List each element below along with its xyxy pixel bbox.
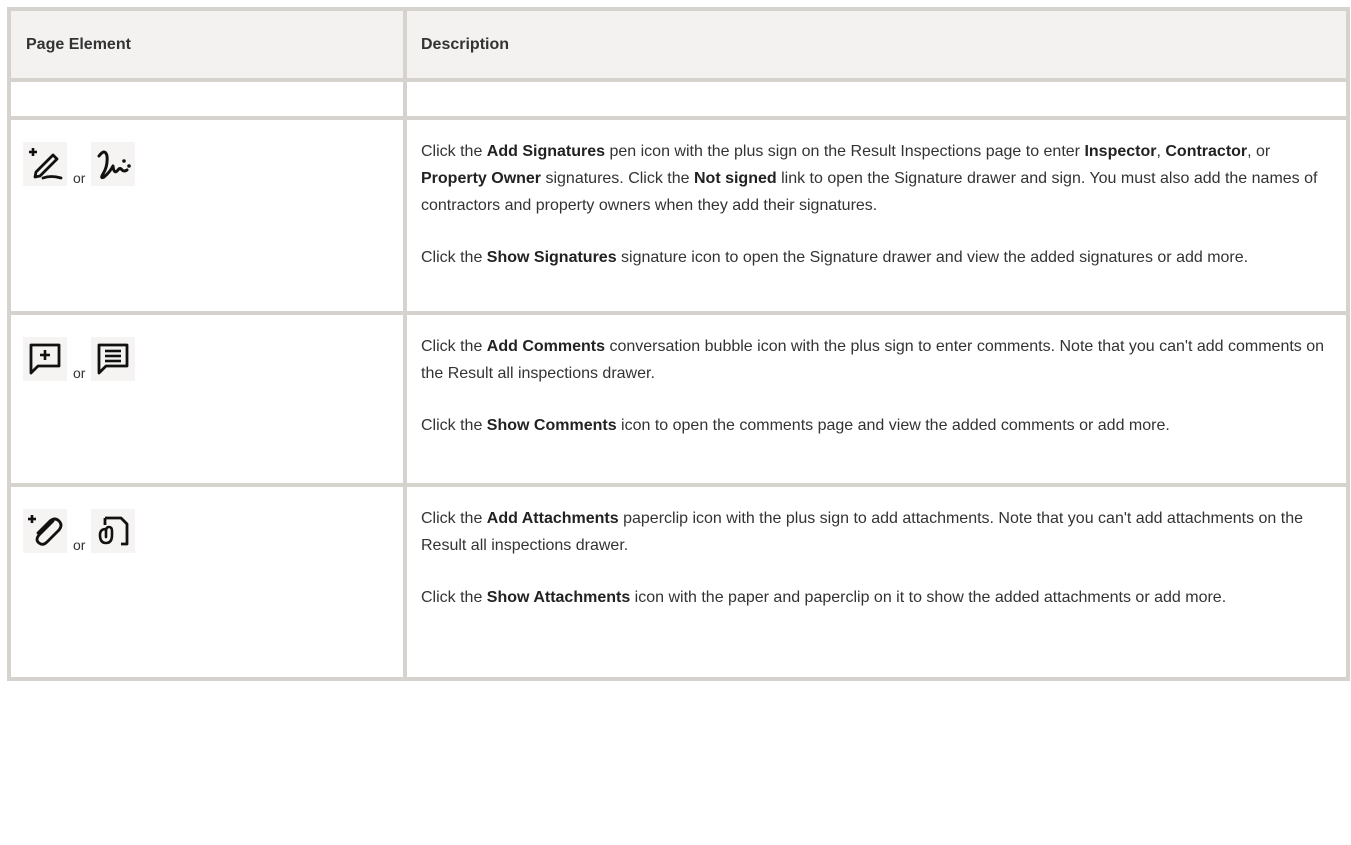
signatures-paragraph-1: Click the Add Signatures pen icon with t…: [421, 143, 1318, 214]
add-signature-icon: [23, 142, 67, 186]
show-signatures-icon: [91, 142, 136, 186]
show-comments-icon: [91, 337, 136, 381]
page-element-table: Page Element Description or Click the Ad…: [7, 7, 1350, 681]
comments-paragraph-1: Click the Add Comments conversation bubb…: [421, 338, 1325, 382]
table-row: or Click the Add Signatures pen icon wit…: [7, 116, 1350, 315]
table-row: [7, 78, 1350, 120]
show-attachments-icon: [91, 509, 136, 553]
document-frame: Page Element Description or Click the Ad…: [0, 0, 1351, 845]
column-header-page-element: Page Element: [7, 7, 407, 82]
description-cell: Click the Add Signatures pen icon with t…: [403, 116, 1350, 315]
attachments-paragraph-2: Click the Show Attachments icon with the…: [421, 589, 1227, 606]
signatures-paragraph-2: Click the Show Signatures signature icon…: [421, 249, 1249, 266]
or-label: or: [73, 365, 86, 381]
attachments-paragraph-1: Click the Add Attachments paperclip icon…: [421, 510, 1304, 554]
page-element-cell: or: [7, 311, 407, 487]
or-label: or: [73, 537, 86, 553]
table-cell: [7, 78, 407, 120]
table-row: or Click the Add Comments conversation b…: [7, 311, 1350, 487]
description-cell: Click the Add Attachments paperclip icon…: [403, 483, 1350, 681]
comments-paragraph-2: Click the Show Comments icon to open the…: [421, 417, 1170, 434]
table-cell: [403, 78, 1350, 120]
table-header-row: Page Element Description: [7, 7, 1350, 82]
or-label: or: [73, 170, 86, 186]
page-element-cell: or: [7, 116, 407, 315]
table-row: or Click the Add Attachments paperclip i…: [7, 483, 1350, 681]
add-comment-icon: [23, 337, 67, 381]
add-attachment-icon: [23, 509, 67, 553]
column-header-description: Description: [403, 7, 1350, 82]
description-cell: Click the Add Comments conversation bubb…: [403, 311, 1350, 487]
page-element-cell: or: [7, 483, 407, 681]
